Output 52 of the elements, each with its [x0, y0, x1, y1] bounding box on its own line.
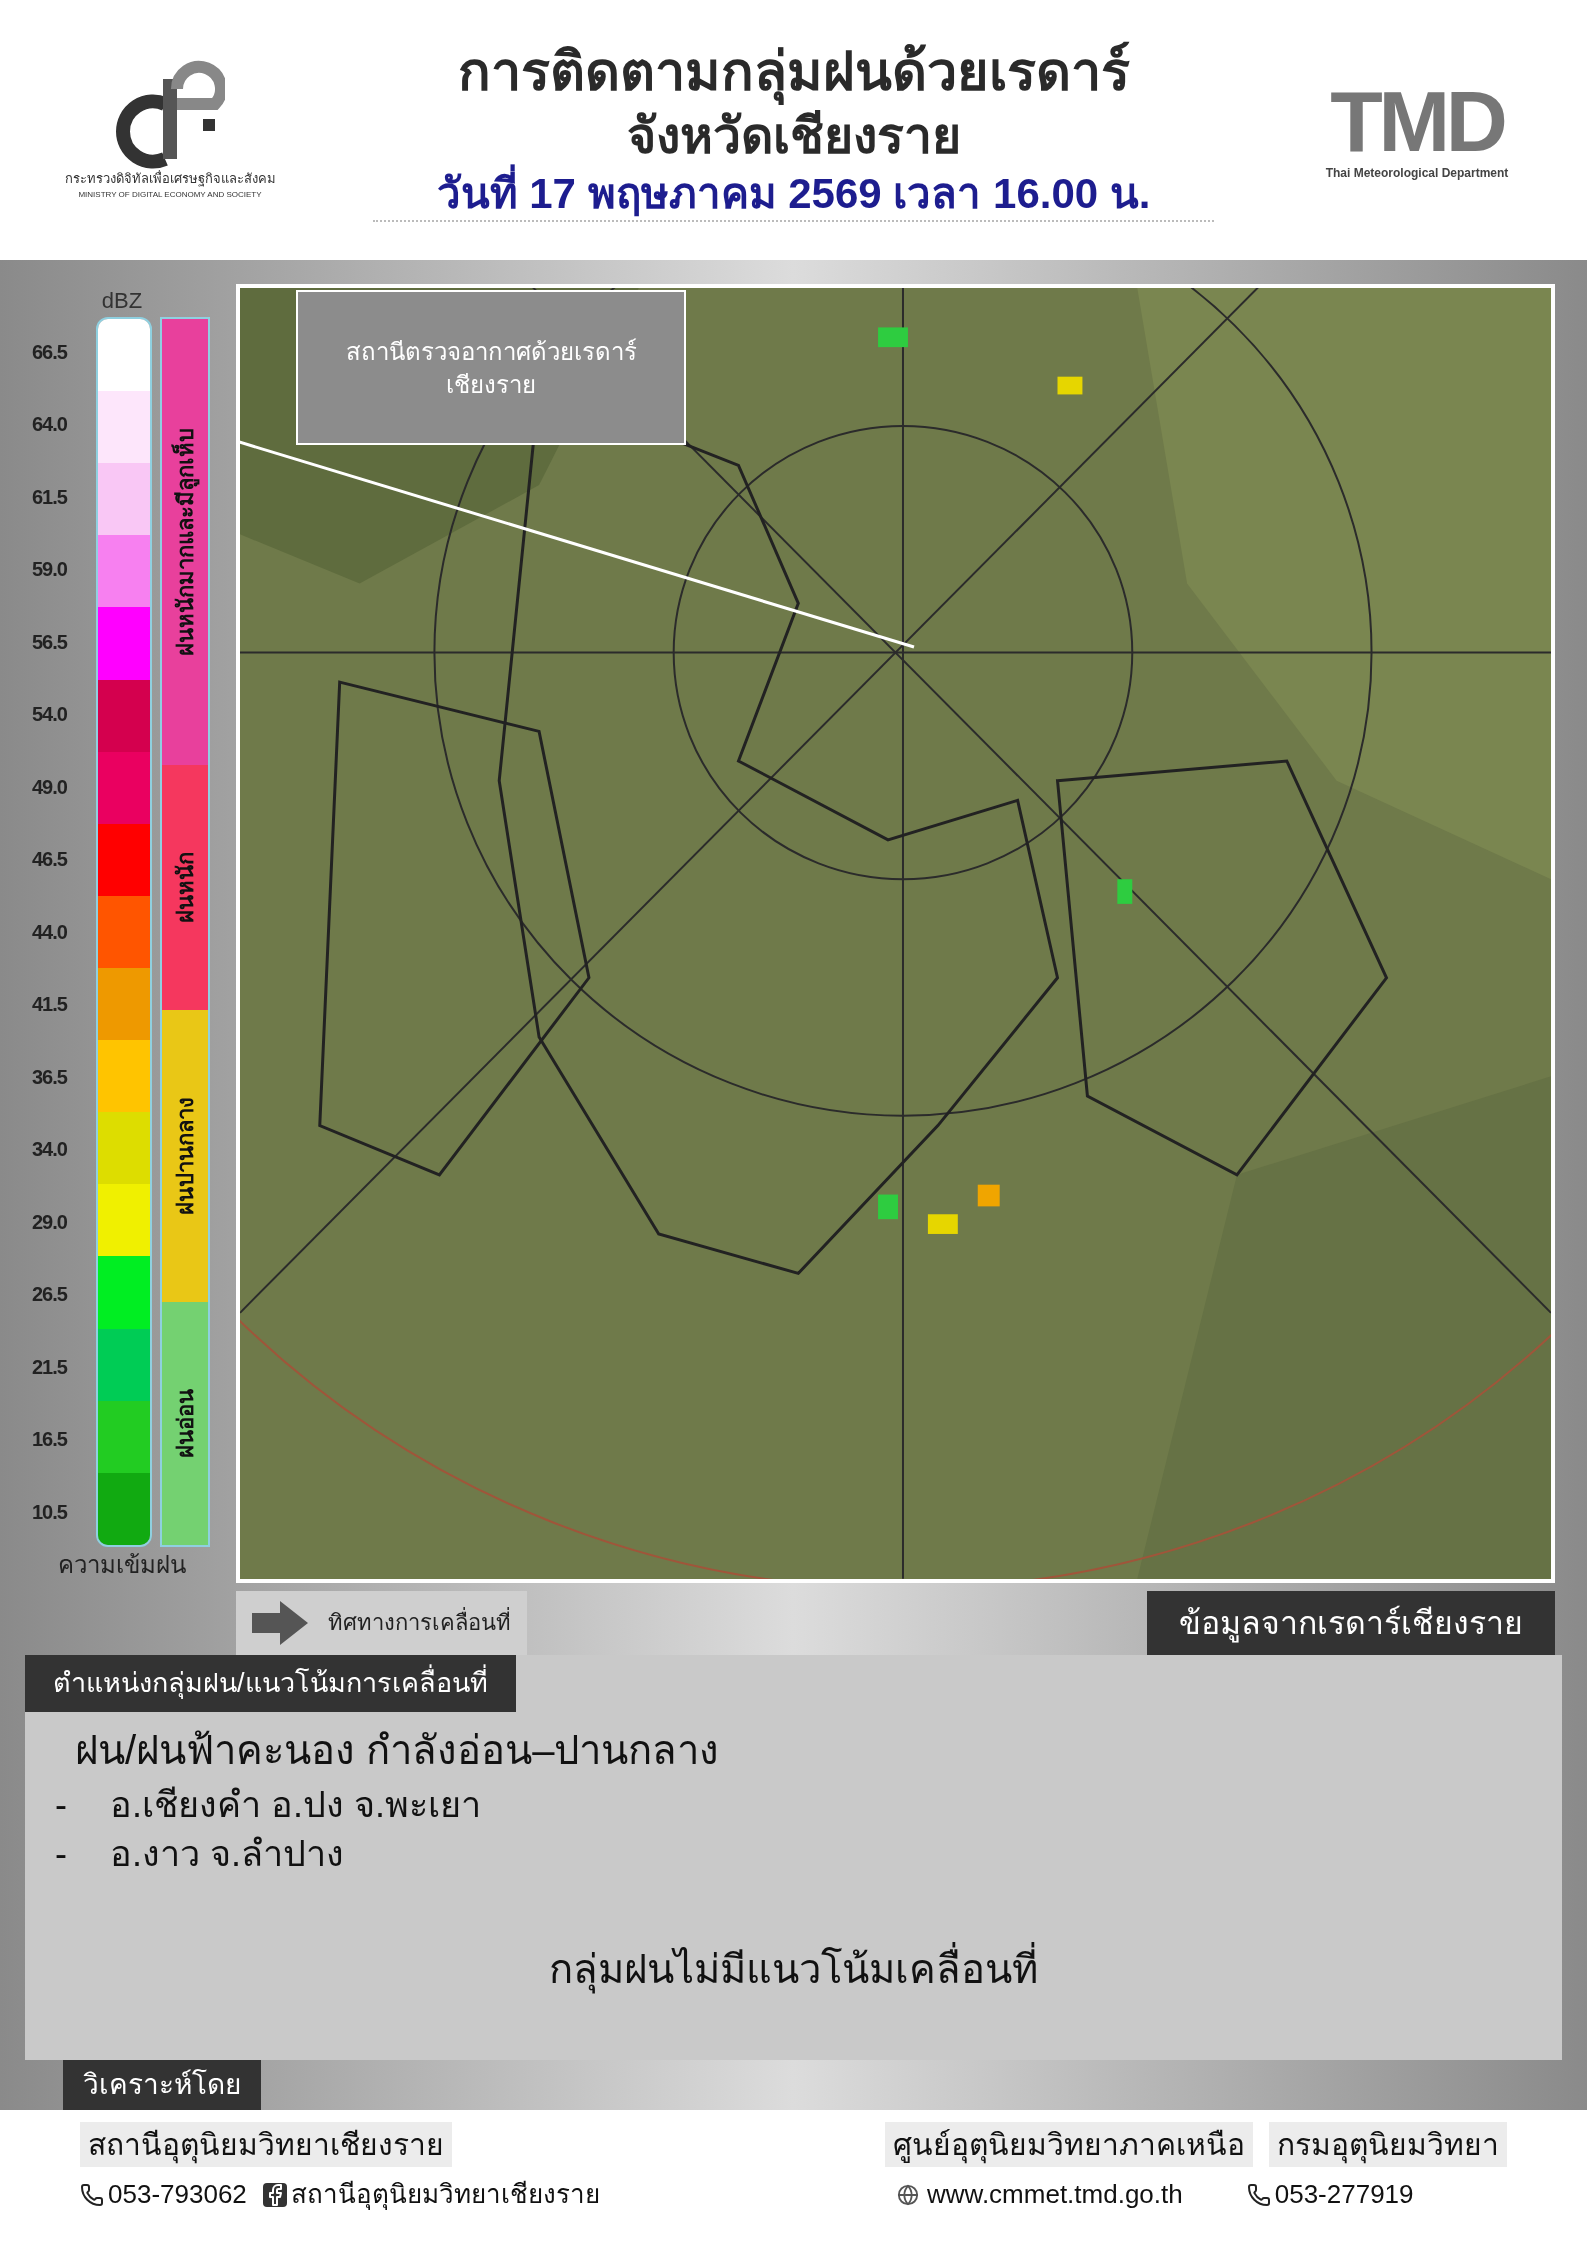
department-name: กรมอุตุนิยมวิทยา: [1269, 2122, 1507, 2167]
scale-tick-label: 16.5: [32, 1427, 69, 1453]
scale-tick-label: 54.0: [32, 702, 68, 728]
station-label: สถานีตรวจอากาศด้วยเรดาร์เชียงราย: [344, 336, 638, 400]
scale-tick-label: 36.5: [32, 1064, 69, 1090]
province-subtitle: จังหวัดเชียงราย: [626, 107, 961, 167]
scale-tick-label: 34.0: [32, 1137, 68, 1163]
phone-icon: [1246, 2182, 1271, 2207]
ministry-logo-icon: [115, 59, 225, 170]
phone-icon: [80, 2182, 104, 2207]
center-name: ศูนย์อุตุนิยมวิทยาภาคเหนือ: [885, 2122, 1253, 2167]
station-name: สถานีอุตุนิยมวิทยาเชียงราย: [80, 2122, 452, 2167]
ministry-name-english: MINISTRY OF DIGITAL ECONOMY AND SOCIETY: [78, 188, 262, 201]
scale-tick-label: 44.0: [32, 919, 68, 945]
scale-tick-label: 10.5: [32, 1499, 69, 1525]
tmd-logo: TMD: [1330, 78, 1504, 164]
facebook-icon: [262, 2182, 287, 2207]
intensity-band-label: ฝนปานกลาง: [171, 1096, 199, 1215]
phone-number: 053-277919: [1274, 2178, 1414, 2211]
scale-tick-label: 41.5: [32, 992, 69, 1018]
list-marker: -: [55, 1782, 68, 1827]
scale-tick-label: 66.5: [32, 340, 69, 365]
phone-number: 053-793062: [108, 2178, 247, 2211]
tmd-name: Thai Meteorological Department: [1325, 165, 1509, 182]
arrow-icon: [252, 1600, 308, 1645]
scale-tick-label: 29.0: [32, 1209, 68, 1235]
direction-label: ทิศทางการเคลื่อนที่: [328, 1606, 511, 1640]
location-item: อ.งาว จ.ลำปาง: [110, 1832, 344, 1877]
intensity-band-label: ฝนหนักมากและมีลูกเห็บ: [171, 427, 199, 656]
facebook-page: สถานีอุตุนิยมวิทยาเชียงราย: [290, 2178, 600, 2212]
unit-label: dBZ: [101, 287, 143, 315]
scale-tick-label: 56.5: [32, 629, 69, 655]
intensity-band-label: ฝนหนัก: [171, 851, 199, 923]
legend-caption: ความเข้มฝน: [58, 1549, 186, 1580]
scale-tick-label: 46.5: [32, 847, 69, 873]
ministry-name: กระทรวงดิจิทัลเพื่อเศรษฐกิจและสังคม: [64, 169, 276, 189]
report-heading: ฝน/ฝนฟ้าคะนอง กำลังอ่อน–ปานกลาง: [74, 1726, 721, 1774]
page-title: การติดตามกลุ่มฝนด้วยเรดาร์: [457, 37, 1130, 106]
website-link[interactable]: www.cmmet.tmd.go.th: [927, 2175, 1183, 2214]
scale-tick-label: 59.0: [32, 557, 68, 583]
intensity-band-label: ฝนอ่อน: [171, 1388, 199, 1458]
list-marker: -: [55, 1832, 68, 1877]
location-item: อ.เชียงคำ อ.ปง จ.พะเยา: [110, 1782, 481, 1827]
trend-conclusion: กลุ่มฝนไม่มีแนวโน้มเคลื่อนที่: [549, 1939, 1038, 2000]
scale-tick-label: 21.5: [32, 1354, 69, 1380]
scale-tick-label: 26.5: [32, 1282, 69, 1308]
scale-tick-label: 49.0: [32, 774, 68, 800]
globe-icon: [897, 2183, 919, 2206]
source-label: ข้อมูลจากเรดาร์เชียงราย: [1147, 1590, 1555, 1656]
analyzed-by-label: วิเคราะห์โดย: [63, 2060, 261, 2110]
scale-tick-label: 61.5: [32, 484, 69, 510]
scale-tick-label: 64.0: [32, 412, 68, 438]
